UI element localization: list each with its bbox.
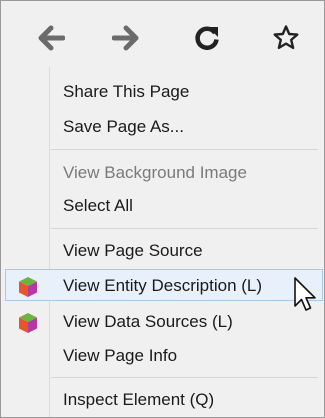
menu-item-label: Save Page As... [63,117,184,136]
menu-item-label: View Page Source [63,241,203,260]
menu-separator [51,377,318,378]
menu-separator [51,149,318,150]
menu-item-view-background-image: View Background Image [5,156,323,188]
menu-separator [51,228,318,229]
navigation-toolbar [1,1,324,73]
arrow-left-icon [37,24,65,52]
menu-item-label: View Data Sources (L) [63,312,233,331]
bookmark-button[interactable] [268,20,304,56]
menu-item-label: Select All [63,196,133,215]
forward-button[interactable] [108,20,144,56]
menu-item-share-this-page[interactable]: Share This Page [5,75,323,107]
reload-icon [193,24,221,52]
context-menu: Share This Page Save Page As... View Bac… [0,0,325,418]
menu-item-select-all[interactable]: Select All [5,189,323,221]
reload-button[interactable] [189,20,225,56]
cube-icon [17,276,39,298]
menu-item-save-page-as[interactable]: Save Page As... [5,110,323,142]
arrow-right-icon [112,24,140,52]
cube-icon [17,312,39,334]
menu-item-label: View Page Info [63,346,178,365]
menu-item-view-page-info[interactable]: View Page Info [5,339,323,371]
back-button[interactable] [33,20,69,56]
mouse-pointer-icon [293,276,319,314]
menu-item-label: Share This Page [63,82,190,101]
star-outline-icon [272,24,300,52]
menu-item-label: View Entity Description (L) [63,276,263,295]
menu-item-view-page-source[interactable]: View Page Source [5,234,323,266]
menu-item-inspect-element[interactable]: Inspect Element (Q) [5,383,323,415]
menu-item-label: Inspect Element (Q) [63,390,215,409]
menu-item-label: View Background Image [63,163,247,182]
menu-item-view-data-sources[interactable]: View Data Sources (L) [5,305,323,337]
menu-item-view-entity-description[interactable]: View Entity Description (L) [5,269,323,301]
